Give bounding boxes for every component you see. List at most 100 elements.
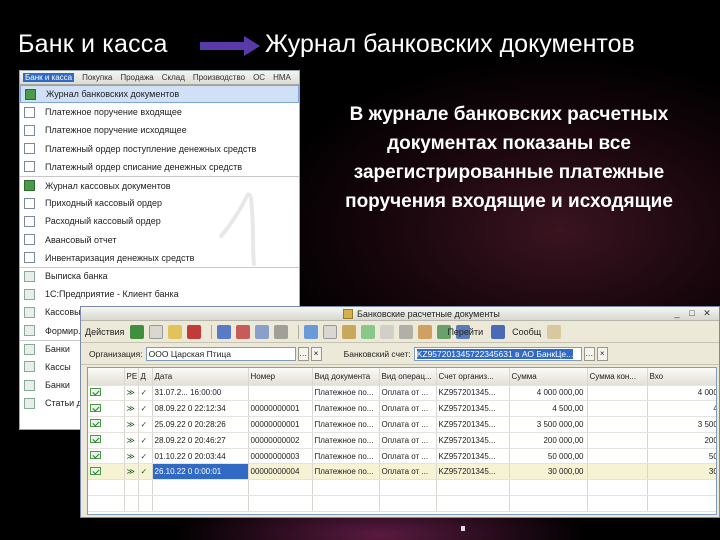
refresh-icon[interactable] <box>274 324 289 339</box>
check-mark-icon: ✓ <box>140 388 148 398</box>
select-button[interactable]: … <box>297 346 309 361</box>
entries-flag-icon: ≫ <box>126 419 135 429</box>
cell-in: 3 500 0 <box>647 416 716 433</box>
post-icon[interactable] <box>217 324 232 339</box>
check-mark-icon: ✓ <box>140 419 148 429</box>
cell-doc-type: Платежное по... <box>312 432 380 449</box>
unpost-icon[interactable] <box>236 324 251 339</box>
actions-menu-button[interactable]: Действия <box>85 327 124 337</box>
select-button[interactable]: … <box>583 346 595 361</box>
cell-number <box>248 385 313 402</box>
message-icon[interactable] <box>491 324 506 339</box>
table-row[interactable]: ≫ ✓ 31.07.2... 16:00:00 Платежное по... … <box>88 385 716 402</box>
menu-bar-item[interactable]: Покупка <box>82 73 112 82</box>
menu-item-label: Журнал кассовых документов <box>45 180 171 191</box>
cell-date: 31.07.2... 16:00:00 <box>152 385 249 402</box>
column-header-number[interactable]: Номер <box>248 368 313 386</box>
column-header-date[interactable]: Дата <box>152 368 249 386</box>
menu-item-label: Банки <box>45 344 70 355</box>
copy-icon[interactable] <box>149 324 164 339</box>
cell-operation: Оплата от ... <box>379 448 437 465</box>
clear-icon[interactable]: × <box>596 346 608 361</box>
menu-item[interactable]: Платежное поручение исходящее <box>20 121 299 139</box>
print-icon[interactable] <box>323 324 338 339</box>
menu-item-label: Платежный ордер поступление денежных сре… <box>45 143 257 154</box>
cell-number: 00000000004 <box>248 463 313 481</box>
cell-sum: 4 500,00 <box>509 400 588 418</box>
menu-item-label: Платежный ордер списание денежных средст… <box>45 161 242 172</box>
cell-in: 4 000 0 <box>647 385 716 402</box>
menu-item[interactable]: Платежное поручение входящее <box>20 103 299 121</box>
cash-icon <box>24 306 35 318</box>
entries-flag-icon: ≫ <box>126 435 135 445</box>
cell-sum: 3 500 000,00 <box>509 416 588 433</box>
delete-icon[interactable] <box>187 324 202 339</box>
menu-bar-item[interactable]: Склад <box>162 73 185 82</box>
menu-item[interactable]: 1С:Предприятие - Клиент банка <box>20 285 299 303</box>
window-title: Банковские расчетные документы <box>357 308 500 319</box>
maximize-icon[interactable]: □ <box>686 308 698 319</box>
cell-doc-type: Платежное по... <box>312 448 380 465</box>
menu-bar-item[interactable]: НМА <box>273 73 291 82</box>
entries-icon[interactable] <box>380 324 395 339</box>
add-icon[interactable] <box>130 324 145 339</box>
message-button[interactable]: Сообщ <box>512 327 541 337</box>
cell-sum: 200 000,00 <box>509 432 588 449</box>
window-controls: _ □ ✕ <box>668 308 713 319</box>
document-icon <box>24 161 35 173</box>
menu-item[interactable]: Платежный ордер поступление денежных сре… <box>20 140 299 158</box>
check-mark-icon: ✓ <box>140 467 148 477</box>
go-menu-button[interactable]: Перейти <box>447 327 483 337</box>
menu-item-label: Журнал банковских документов <box>46 89 180 100</box>
window-titlebar: Банковские расчетные документы _ □ ✕ <box>81 307 719 321</box>
table-row[interactable]: ≫ ✓ 08.09.22 0 22:12:34 00000000001 Плат… <box>88 400 716 418</box>
column-header-sum[interactable]: Сумма <box>509 368 588 386</box>
column-header[interactable]: РЕ <box>124 368 139 386</box>
menu-item-label: Расходный кассовый ордер <box>45 216 161 227</box>
menu-item[interactable]: Платежный ордер списание денежных средст… <box>20 158 299 176</box>
menu-bar-item[interactable]: Производство <box>193 73 245 82</box>
column-header[interactable]: Д <box>138 368 153 386</box>
close-icon[interactable]: ✕ <box>701 308 713 319</box>
report-icon[interactable] <box>342 324 357 339</box>
toolbar-separator <box>211 324 213 339</box>
column-header-in[interactable]: Вхо <box>647 368 716 386</box>
movements-icon[interactable] <box>361 324 376 339</box>
column-header[interactable] <box>88 368 125 386</box>
journal-window-icon <box>343 308 353 319</box>
cell-account: KZ957201345... <box>436 416 510 433</box>
column-header-account[interactable]: Счет организ... <box>436 368 510 386</box>
table-row[interactable]: ≫ ✓ 01.10.22 0 20:03:44 00000000003 Плат… <box>88 448 716 465</box>
cell-in: 30 0 <box>647 463 716 481</box>
edit-icon[interactable] <box>168 324 183 339</box>
table-row[interactable]: ≫ ✓ 28.09.22 0 20:46:27 00000000002 Плат… <box>88 432 716 449</box>
menu-item-bank-journal[interactable]: Журнал банковских документов <box>20 85 299 104</box>
check-mark-icon: ✓ <box>140 435 148 445</box>
cell-operation: Оплата от ... <box>379 432 437 449</box>
organization-field[interactable]: ООО Царская Птица <box>145 346 296 361</box>
clear-icon[interactable]: × <box>310 346 322 361</box>
column-header-operation[interactable]: Вид операц... <box>379 368 437 386</box>
menu-bar-item[interactable]: Продажа <box>120 73 153 82</box>
table-row[interactable]: ≫ ✓ 25.09.22 0 20:28:26 00000000001 Плат… <box>88 416 716 433</box>
create-based-icon[interactable] <box>418 324 433 339</box>
help-icon[interactable] <box>547 324 562 339</box>
structure-icon[interactable] <box>304 324 319 339</box>
menu-bar-item[interactable]: ОС <box>253 73 265 82</box>
column-header-sum-con[interactable]: Сумма кон... <box>587 368 648 386</box>
cell-in: 4 5 <box>647 400 716 418</box>
bank-account-field[interactable]: KZ957201345722345631 в АО БанкЦе... <box>413 346 582 361</box>
minimize-icon[interactable]: _ <box>671 308 683 319</box>
entries-flag-icon: ≫ <box>126 388 135 398</box>
cell-sum-con <box>587 400 648 418</box>
column-header-doc-type[interactable]: Вид документа <box>312 368 380 386</box>
filter-icon[interactable] <box>255 324 270 339</box>
menu-item-label: Платежное поручение входящее <box>45 107 182 118</box>
table-row-selected[interactable]: ≫ ✓ 26.10.22 0 0:00:01 00000000004 Плате… <box>88 463 716 481</box>
organization-label: Организация: <box>89 348 143 359</box>
settings-icon[interactable] <box>399 324 414 339</box>
document-icon <box>24 106 35 118</box>
cell-sum-con <box>587 385 648 402</box>
documents-table: РЕ Д Дата Номер Вид документа Вид операц… <box>87 367 717 515</box>
menu-bar-item[interactable]: Банк и касса <box>23 73 75 82</box>
